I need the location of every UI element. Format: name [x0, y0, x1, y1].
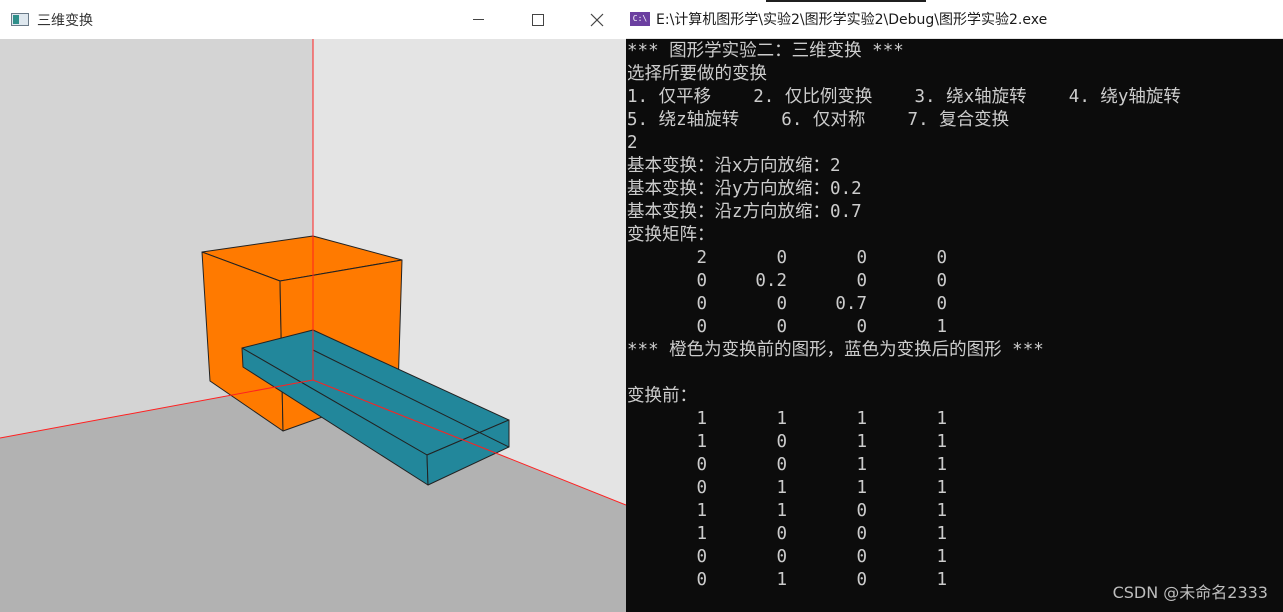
console-window-title: E:\计算机图形学\实验2\图形学实验2\Debug\图形学实验2.exe — [656, 12, 1048, 28]
console-output[interactable]: *** 图形学实验二：三维变换 *** 选择所要做的变换 1. 仅平移 2. 仅… — [626, 39, 1283, 612]
point-cell: 1 — [936, 409, 947, 429]
console-line: 变换前： — [627, 386, 697, 406]
point-cell: 0 — [696, 547, 707, 567]
matrix-row: 2 0 0 0 — [627, 247, 1283, 270]
point-cell: 1 — [696, 501, 707, 521]
csdn-watermark: CSDN @未命名2333 — [1112, 583, 1268, 602]
point-cell: 1 — [936, 432, 947, 452]
maximize-button[interactable] — [508, 0, 567, 39]
point-row: 0 1 1 1 — [627, 477, 1283, 500]
close-icon — [590, 13, 603, 26]
point-cell: 1 — [856, 455, 867, 475]
point-row: 1 0 0 1 — [627, 523, 1283, 546]
console-line: 基本变换：沿x方向放缩：2 — [627, 156, 841, 176]
matrix-cell: 0 — [936, 271, 947, 291]
matrix-row: 0 0.2 0 0 — [627, 270, 1283, 293]
point-cell: 1 — [856, 409, 867, 429]
close-button[interactable] — [567, 0, 626, 39]
matrix-cell: 0 — [696, 294, 707, 314]
point-cell: 1 — [856, 478, 867, 498]
matrix-cell: 0 — [936, 294, 947, 314]
point-cell: 0 — [776, 455, 787, 475]
point-cell: 0 — [856, 547, 867, 567]
matrix-cell: 0 — [776, 294, 787, 314]
3d-scene-canvas[interactable] — [0, 39, 626, 612]
console-line: 2 — [627, 133, 638, 153]
console-titlebar[interactable]: C:\ E:\计算机图形学\实验2\图形学实验2\Debug\图形学实验2.ex… — [626, 0, 1283, 39]
point-row: 1 1 1 1 — [627, 408, 1283, 431]
point-cell: 0 — [696, 455, 707, 475]
console-line: *** 橙色为变换前的图形，蓝色为变换后的图形 *** — [627, 340, 1044, 360]
matrix-cell: 0.7 — [835, 294, 867, 314]
point-cell: 1 — [856, 432, 867, 452]
matrix-cell: 0 — [776, 317, 787, 337]
point-cell: 1 — [936, 547, 947, 567]
matrix-cell: 0 — [696, 271, 707, 291]
point-cell: 1 — [696, 432, 707, 452]
graphics-window-titlebar[interactable]: 三维变换 — [0, 0, 626, 39]
graphics-window: 三维变换 — [0, 0, 626, 612]
console-line: 1. 仅平移 2. 仅比例变换 3. 绕x轴旋转 4. 绕y轴旋转 — [627, 87, 1181, 107]
matrix-cell: 1 — [936, 317, 947, 337]
console-line: 选择所要做的变换 — [627, 64, 767, 84]
point-cell: 0 — [856, 501, 867, 521]
point-row: 0 0 1 1 — [627, 454, 1283, 477]
point-cell: 1 — [776, 501, 787, 521]
point-cell: 1 — [936, 501, 947, 521]
point-cell: 0 — [776, 524, 787, 544]
app-window-icon — [11, 13, 29, 26]
visual-studio-console-icon: C:\ — [630, 12, 650, 26]
point-cell: 1 — [776, 570, 787, 590]
point-cell: 0 — [856, 570, 867, 590]
matrix-row: 0 0 0.7 0 — [627, 293, 1283, 316]
caption-buttons — [449, 0, 626, 39]
console-line: 变换矩阵： — [627, 225, 715, 245]
point-cell: 1 — [696, 409, 707, 429]
console-line: 基本变换：沿z方向放缩：0.7 — [627, 202, 862, 222]
point-cell: 1 — [936, 570, 947, 590]
point-cell: 1 — [696, 524, 707, 544]
graphics-window-title: 三维变换 — [37, 12, 93, 29]
matrix-cell: 0 — [856, 248, 867, 268]
point-cell: 0 — [776, 547, 787, 567]
point-cell: 0 — [696, 478, 707, 498]
point-cell: 1 — [936, 478, 947, 498]
matrix-cell: 2 — [696, 248, 707, 268]
titlebar-divider — [766, 0, 926, 2]
point-cell: 0 — [696, 570, 707, 590]
point-row: 0 0 0 1 — [627, 546, 1283, 569]
point-cell: 1 — [776, 478, 787, 498]
matrix-cell: 0 — [936, 248, 947, 268]
matrix-cell: 0 — [856, 317, 867, 337]
point-row: 1 1 0 1 — [627, 500, 1283, 523]
matrix-cell: 0 — [776, 248, 787, 268]
point-row: 1 0 1 1 — [627, 431, 1283, 454]
minimize-button[interactable] — [449, 0, 508, 39]
console-line: 基本变换：沿y方向放缩：0.2 — [627, 179, 862, 199]
matrix-cell: 0 — [856, 271, 867, 291]
console-line: 5. 绕z轴旋转 6. 仅对称 7. 复合变换 — [627, 110, 1010, 130]
point-cell: 1 — [936, 455, 947, 475]
point-cell: 1 — [776, 409, 787, 429]
matrix-cell: 0 — [696, 317, 707, 337]
point-cell: 1 — [936, 524, 947, 544]
point-cell: 0 — [856, 524, 867, 544]
matrix-row: 0 0 0 1 — [627, 316, 1283, 339]
console-line: *** 图形学实验二：三维变换 *** — [627, 41, 904, 61]
matrix-cell: 0.2 — [755, 271, 787, 291]
console-window: C:\ E:\计算机图形学\实验2\图形学实验2\Debug\图形学实验2.ex… — [626, 0, 1283, 612]
point-cell: 0 — [776, 432, 787, 452]
